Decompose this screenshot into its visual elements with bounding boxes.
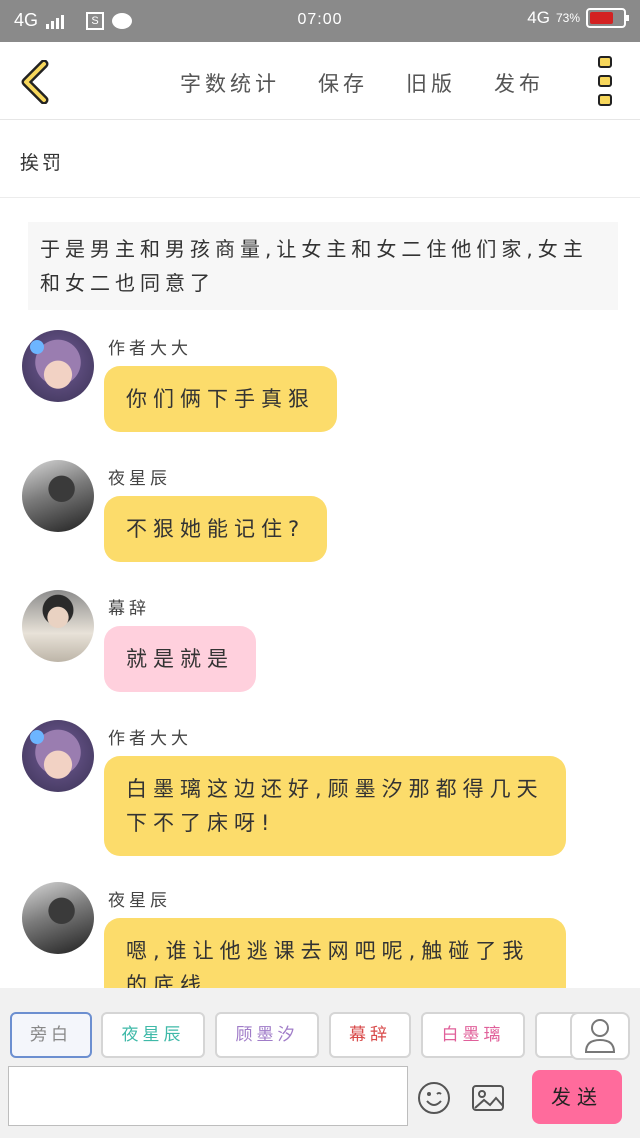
old-version-button[interactable]: 旧版 bbox=[406, 68, 456, 98]
app-header: 字数统计 保存 旧版 发布 bbox=[0, 42, 640, 120]
battery-percent: 73% bbox=[555, 11, 580, 25]
composer-panel: 旁白 夜星辰 顾墨汐 幕辞 白墨璃 部 发送 bbox=[0, 988, 640, 1138]
message-input[interactable] bbox=[8, 1066, 408, 1126]
sender-name: 幕辞 bbox=[108, 599, 150, 619]
avatar[interactable] bbox=[22, 460, 94, 532]
character-chip-narrator[interactable]: 旁白 bbox=[10, 1012, 92, 1058]
narration-block[interactable]: 于是男主和男孩商量,让女主和女二住他们家,女主和女二也同意了 bbox=[28, 222, 618, 310]
back-arrow-icon[interactable] bbox=[18, 60, 50, 104]
chapter-title: 挨罚 bbox=[20, 152, 65, 174]
character-chip[interactable]: 白墨璃 bbox=[421, 1012, 525, 1058]
sender-name: 作者大大 bbox=[108, 339, 192, 359]
character-chip[interactable]: 夜星辰 bbox=[101, 1012, 205, 1058]
send-button[interactable]: 发送 bbox=[532, 1070, 622, 1124]
emoji-icon[interactable] bbox=[416, 1080, 452, 1116]
image-icon[interactable] bbox=[470, 1080, 506, 1116]
network-type-right: 4G bbox=[527, 8, 550, 27]
more-menu-icon[interactable] bbox=[598, 56, 614, 106]
character-chip[interactable]: 顾墨汐 bbox=[215, 1012, 319, 1058]
publish-button[interactable]: 发布 bbox=[494, 68, 544, 98]
avatar[interactable] bbox=[22, 720, 94, 792]
header-menu: 字数统计 保存 旧版 发布 bbox=[180, 68, 544, 98]
word-count-button[interactable]: 字数统计 bbox=[180, 68, 280, 98]
sender-name: 夜星辰 bbox=[108, 469, 171, 489]
sender-name: 夜星辰 bbox=[108, 891, 171, 911]
status-bar: 4G S 07:00 4G 73% bbox=[0, 0, 640, 42]
message-bubble[interactable]: 不狠她能记住? bbox=[104, 496, 328, 562]
character-manage-button[interactable] bbox=[570, 1012, 630, 1060]
sender-name: 作者大大 bbox=[108, 729, 192, 749]
user-icon bbox=[584, 1019, 616, 1053]
character-chip[interactable]: 幕辞 bbox=[329, 1012, 411, 1058]
avatar[interactable] bbox=[22, 590, 94, 662]
chapter-title-row[interactable]: 挨罚 bbox=[0, 120, 640, 198]
character-selector: 旁白 夜星辰 顾墨汐 幕辞 白墨璃 部 bbox=[0, 1012, 580, 1060]
message-bubble[interactable]: 你们俩下手真狠 bbox=[104, 366, 337, 432]
avatar[interactable] bbox=[22, 882, 94, 954]
avatar[interactable] bbox=[22, 330, 94, 402]
save-button[interactable]: 保存 bbox=[318, 68, 368, 98]
message-bubble[interactable]: 就是就是 bbox=[104, 626, 256, 692]
battery-icon bbox=[586, 8, 629, 28]
message-bubble[interactable]: 白墨璃这边还好,顾墨汐那都得几天下不了床呀! bbox=[104, 756, 566, 856]
